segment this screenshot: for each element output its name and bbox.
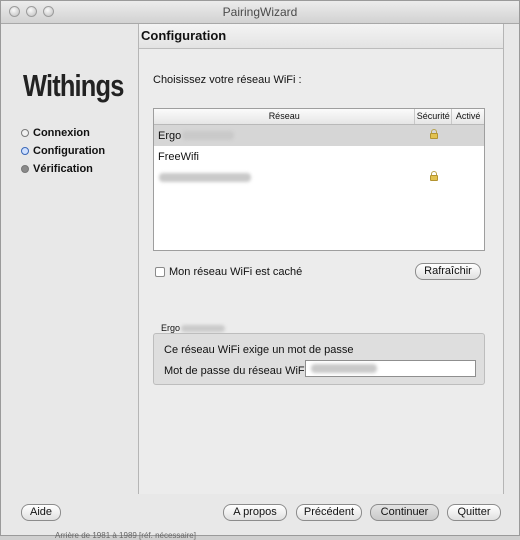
title-bar: PairingWizard	[1, 1, 519, 24]
table-header: Réseau Sécurité Activé	[154, 109, 484, 125]
password-group: Ce réseau WiFi exige un mot de passe Mot…	[153, 333, 485, 385]
table-row[interactable]: FreeWifi	[154, 146, 484, 167]
main-panel: Configuration Choisissez votre réseau Wi…	[138, 24, 504, 494]
zoom-window-button[interactable]	[43, 6, 54, 17]
security-cell	[416, 129, 452, 142]
network-name: Ergo	[158, 129, 182, 142]
step-done-icon	[21, 129, 29, 137]
step-label: Vérification	[33, 163, 93, 175]
redacted-text	[182, 131, 235, 140]
network-name-cell	[154, 173, 416, 182]
page-title: Configuration	[139, 24, 503, 49]
minimize-window-button[interactable]	[26, 6, 37, 17]
redacted-text	[159, 173, 251, 182]
hidden-network-checkbox[interactable]	[155, 267, 165, 277]
step-label: Connexion	[33, 127, 90, 139]
previous-button[interactable]: Précédent	[296, 504, 362, 521]
withings-logo: Withings	[23, 68, 124, 103]
about-button[interactable]: A propos	[223, 504, 287, 521]
hidden-network-toggle[interactable]: Mon réseau WiFi est caché	[155, 266, 302, 278]
column-header-network[interactable]: Réseau	[154, 109, 416, 124]
step-verification: Vérification	[21, 160, 105, 178]
step-label: Configuration	[33, 145, 106, 157]
password-label: Mot de passe du réseau WiFi :	[164, 365, 314, 377]
column-header-security[interactable]: Sécurité	[415, 109, 453, 124]
lock-icon	[430, 129, 438, 139]
step-pending-icon	[21, 165, 29, 173]
column-header-enabled[interactable]: Activé	[452, 109, 484, 124]
hidden-network-label: Mon réseau WiFi est caché	[169, 266, 303, 278]
wizard-steps: Connexion Configuration Vérification	[21, 124, 105, 178]
close-window-button[interactable]	[9, 6, 20, 17]
redacted-text	[181, 324, 226, 332]
password-field[interactable]	[305, 360, 476, 377]
selected-network-name: Ergo	[161, 323, 181, 333]
pairing-wizard-window: PairingWizard Withings Connexion Configu…	[0, 0, 520, 540]
window-controls	[9, 6, 54, 17]
redacted-text	[311, 364, 377, 373]
quit-button[interactable]: Quitter	[447, 504, 501, 521]
step-connexion: Connexion	[21, 124, 105, 142]
network-name-cell: FreeWifi	[154, 151, 416, 163]
sidebar: Withings Connexion Configuration Vérific…	[1, 24, 137, 494]
wifi-network-table: Réseau Sécurité Activé Ergo FreeWifi	[153, 108, 485, 251]
network-name-cell: Ergo	[154, 130, 416, 142]
network-name: FreeWifi	[158, 150, 199, 163]
table-row[interactable]	[154, 167, 484, 188]
security-cell	[416, 171, 452, 184]
window-title: PairingWizard	[222, 5, 298, 19]
selected-network-title: Ergo	[161, 323, 226, 333]
table-row[interactable]: Ergo	[154, 125, 484, 146]
step-configuration: Configuration	[21, 142, 105, 160]
continue-button[interactable]: Continuer	[370, 504, 439, 521]
help-button[interactable]: Aide	[21, 504, 61, 521]
choose-network-label: Choisissez votre réseau WiFi :	[153, 74, 302, 86]
refresh-button[interactable]: Rafraîchir	[415, 263, 481, 280]
step-current-icon	[21, 147, 29, 155]
lock-icon	[430, 171, 438, 181]
password-required-message: Ce réseau WiFi exige un mot de passe	[164, 344, 354, 356]
